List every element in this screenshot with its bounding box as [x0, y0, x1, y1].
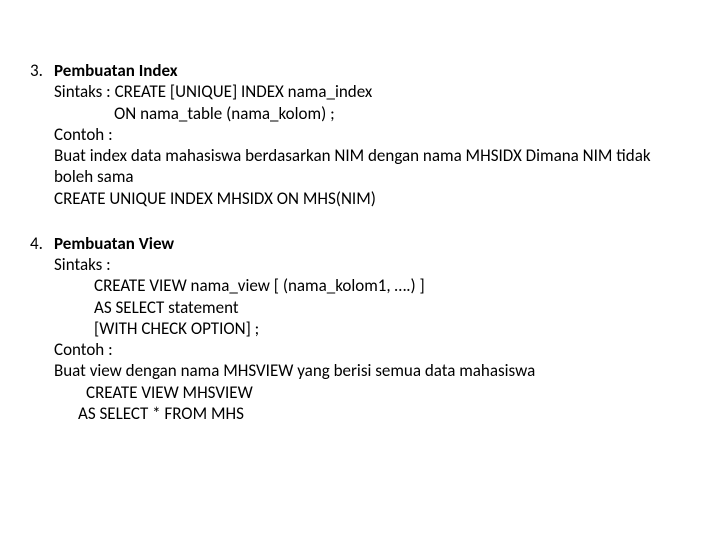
- section-3-content: Pembuatan Index Sintaks : CREATE [UNIQUE…: [54, 60, 690, 209]
- syntax-line: Sintaks : CREATE [UNIQUE] INDEX nama_ind…: [54, 81, 690, 102]
- section-4-title: Pembuatan View: [54, 233, 690, 254]
- section-4-content: Pembuatan View Sintaks : CREATE VIEW nam…: [54, 233, 690, 424]
- sql-statement: CREATE UNIQUE INDEX MHSIDX ON MHS(NIM): [54, 188, 690, 209]
- example-label: Contoh :: [54, 124, 690, 145]
- section-3: 3. Pembuatan Index Sintaks : CREATE [UNI…: [30, 60, 690, 209]
- syntax-line: AS SELECT statement: [54, 297, 690, 318]
- syntax-line: ON nama_table (nama_kolom) ;: [54, 103, 690, 124]
- example-label: Contoh :: [54, 339, 690, 360]
- syntax-line: [WITH CHECK OPTION] ;: [54, 318, 690, 339]
- example-text: Buat view dengan nama MHSVIEW yang beris…: [54, 360, 690, 381]
- sql-statement: CREATE VIEW MHSVIEW: [54, 382, 690, 403]
- syntax-label: Sintaks :: [54, 254, 690, 275]
- syntax-line: CREATE VIEW nama_view [ (nama_kolom1, ….…: [54, 275, 690, 296]
- list-number: 3.: [30, 60, 54, 209]
- list-number: 4.: [30, 233, 54, 424]
- sql-statement: AS SELECT * FROM MHS: [54, 403, 690, 424]
- example-text: Buat index data mahasiswa berdasarkan NI…: [54, 145, 690, 188]
- document-page: 3. Pembuatan Index Sintaks : CREATE [UNI…: [0, 0, 720, 458]
- section-3-title: Pembuatan Index: [54, 60, 690, 81]
- section-4: 4. Pembuatan View Sintaks : CREATE VIEW …: [30, 233, 690, 424]
